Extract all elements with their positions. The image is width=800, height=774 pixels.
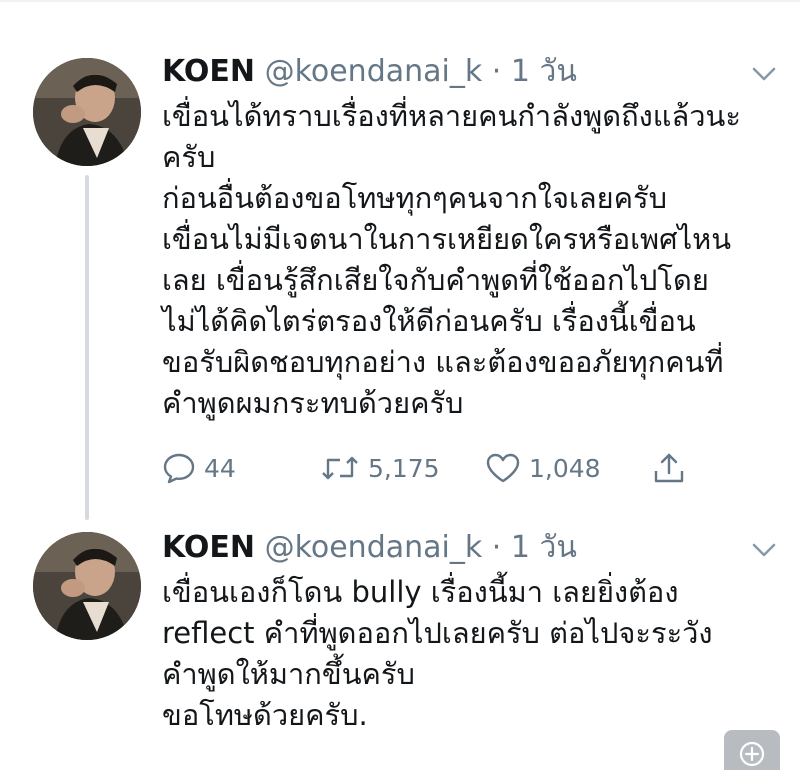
reply-count: 44 (204, 453, 236, 483)
add-icon (739, 741, 765, 767)
author-name[interactable]: KOEN (162, 530, 255, 565)
chevron-down-icon[interactable] (750, 540, 778, 560)
tweet-line: ไม่ได้คิดไตร่ตรองให้ดีก่อนครับ เรื่องนี้… (162, 304, 696, 338)
author-handle[interactable]: @koendanai_k (265, 530, 483, 565)
tweet-time[interactable]: 1 วัน (511, 530, 577, 565)
reply-button[interactable]: 44 (162, 448, 236, 488)
tweet-line: เขื่อนได้ทราบเรื่องที่หลายคนกำลังพูดถึงแ… (162, 99, 741, 133)
tweet-line: ก่อนอื่นต้องขอโทษทุกๆคนจากใจเลยครับ (162, 181, 668, 215)
tweet-line: ขอรับผิดชอบทุกอย่าง และต้องขออภัยทุกคนที… (162, 345, 724, 379)
avatar-image (33, 532, 141, 640)
retweet-count: 5,175 (368, 453, 440, 483)
tweet-header: KOEN @koendanai_k · 1 วัน (162, 528, 577, 568)
separator-dot: · (491, 54, 502, 89)
tweet-actions: 44 5,175 1,048 (162, 448, 722, 488)
tweet-line: reflect คำที่พูดออกไปเลยครับ ต่อไปจะระวั… (162, 616, 713, 650)
separator-dot: · (491, 530, 502, 565)
tweet-line: เขื่อนเองก็โดน bully เรื่องนี้มา เลยยิ่ง… (162, 575, 679, 609)
like-icon (486, 453, 520, 483)
tweet-line: เลย เขื่อนรู้สึกเสียใจกับคำพูดที่ใช้ออกไ… (162, 263, 709, 297)
like-button[interactable]: 1,048 (485, 448, 601, 488)
like-count: 1,048 (529, 453, 601, 483)
retweet-button[interactable]: 5,175 (320, 448, 440, 488)
tweet-2[interactable]: KOEN @koendanai_k · 1 วัน เขื่อนเองก็โดน… (0, 520, 800, 763)
tweet-line: คำพูดให้มากขึ้นครับ (162, 657, 415, 691)
reply-icon (163, 453, 195, 484)
tweet-line: เขื่อนไม่มีเจตนาในการเหยียดใครหรือเพศไหน (162, 222, 732, 256)
compose-button[interactable] (724, 730, 780, 770)
tweet-line: ครับ (162, 140, 216, 174)
author-name[interactable]: KOEN (162, 54, 255, 89)
author-handle[interactable]: @koendanai_k (265, 54, 483, 89)
share-icon (654, 453, 684, 483)
thread-line (85, 175, 89, 520)
tweet-1[interactable]: KOEN @koendanai_k · 1 วัน เขื่อนได้ทราบเ… (0, 0, 800, 520)
tweet-line: คำพูดผมกระทบด้วยครับ (162, 386, 464, 420)
tweet-time[interactable]: 1 วัน (511, 54, 577, 89)
tweet-text: เขื่อนเองก็โดน bully เรื่องนี้มา เลยยิ่ง… (162, 572, 782, 736)
avatar-image (33, 58, 141, 166)
tweet-header: KOEN @koendanai_k · 1 วัน (162, 52, 577, 92)
share-button[interactable] (652, 448, 694, 488)
avatar[interactable] (33, 532, 141, 640)
avatar[interactable] (33, 58, 141, 166)
tweet-text: เขื่อนได้ทราบเรื่องที่หลายคนกำลังพูดถึงแ… (162, 96, 782, 424)
tweet-line: ขอโทษด้วยครับ. (162, 698, 368, 732)
chevron-down-icon[interactable] (750, 64, 778, 84)
retweet-icon (322, 456, 358, 480)
